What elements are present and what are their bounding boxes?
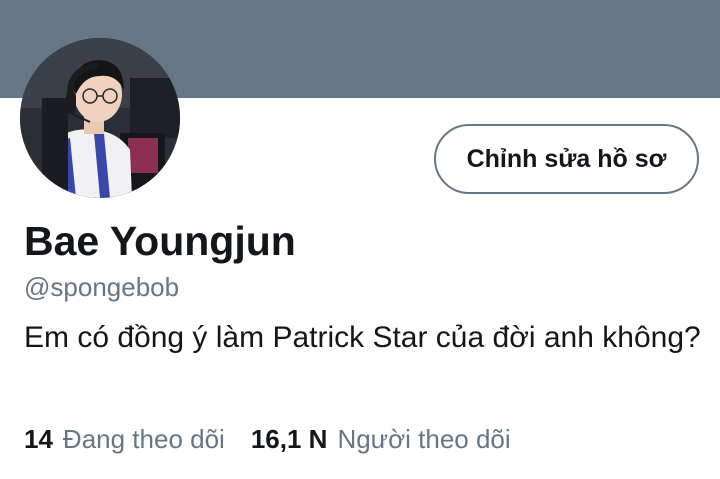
profile-name: Bae Youngjun <box>24 218 296 264</box>
following-count: 14 <box>24 424 53 454</box>
following-link[interactable]: 14 Đang theo dõi <box>24 424 225 455</box>
followers-link[interactable]: 16,1 N Người theo dõi <box>251 424 511 455</box>
profile-bio: Em có đồng ý làm Patrick Star của đời an… <box>24 321 701 354</box>
profile-handle: @spongebob <box>24 272 180 302</box>
edit-profile-button[interactable]: Chỉnh sửa hồ sơ <box>434 124 699 194</box>
followers-label: Người theo dõi <box>337 424 511 454</box>
following-label: Đang theo dõi <box>62 424 225 454</box>
profile-avatar[interactable] <box>20 38 180 198</box>
profile-header: Chỉnh sửa hồ sơ Bae Youngjun @spongebob … <box>0 0 720 479</box>
avatar-photo <box>20 38 180 198</box>
profile-stats: 14 Đang theo dõi 16,1 N Người theo dõi <box>24 424 511 455</box>
followers-count: 16,1 N <box>250 424 328 454</box>
